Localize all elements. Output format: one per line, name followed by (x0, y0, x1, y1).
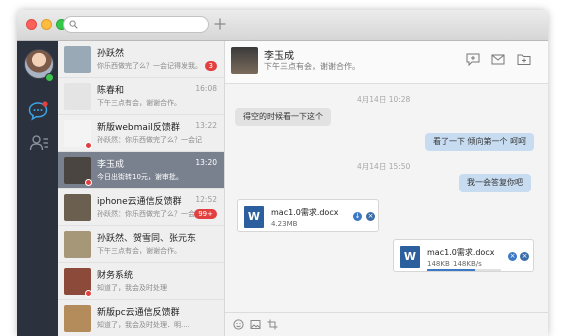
avatar (64, 194, 91, 221)
conversation-item[interactable]: 陈春和 下午三点有会，谢谢合作。 16:08 (58, 78, 224, 115)
file-name: mac1.0需求.docx (271, 208, 339, 217)
unread-dot (85, 290, 92, 297)
conversation-item[interactable]: 财务系统 知道了，我会及时处理 (58, 263, 224, 300)
conversation-preview: 孙跃然：你乐西做完了么？一会记 (97, 136, 202, 144)
conversation-name: 李玉成 (97, 160, 125, 170)
incoming-message[interactable]: 得空的时候看一下这个 (235, 108, 331, 126)
conversation-time: 12:52 (195, 195, 217, 204)
conversation-list: 孙跃然 你乐西做完了么？一会记得发我。 3 陈春和 下午三点有会，谢谢合作。 1… (58, 41, 225, 336)
outgoing-message[interactable]: 看了一下 倾向第一个 呵呵 (425, 133, 535, 151)
emoji-icon[interactable] (233, 319, 244, 330)
upload-progress-fill (427, 269, 476, 271)
conversation-preview: 下午三点有会，谢谢合作。 (97, 247, 181, 255)
conversation-item[interactable]: iphone云通信反馈群 孙跃然：你乐西做完了么？一会 12:52 99+ (58, 189, 224, 226)
nav-sidebar (17, 41, 58, 336)
upload-progress-bar (427, 269, 501, 271)
cancel-icon[interactable]: × (366, 212, 375, 221)
conversation-item[interactable]: 新版pc云通信反馈群 知道了，我会及时处理．明.... (58, 300, 224, 336)
peer-status: 下午三点有会，谢谢合作。 (264, 62, 360, 71)
upload-progress-text: 148KB (427, 260, 450, 268)
new-chat-icon[interactable] (466, 53, 480, 66)
title-bar (17, 10, 548, 41)
timestamp: 4月14日 10:28 (357, 95, 411, 104)
conversation-preview: 今日出街转10元，谢审批。 (97, 173, 183, 181)
add-icon[interactable] (213, 17, 227, 31)
conversation-preview: 知道了，我会及时处理．明.... (97, 321, 190, 329)
file-attachment[interactable]: W mac1.0需求.docx 4.23MB ↓ × (237, 199, 379, 232)
search-input[interactable] (82, 17, 202, 32)
conversation-name: 孙跃然 (97, 49, 125, 59)
conversation-name: 新版webmail反馈群 (97, 123, 180, 133)
avatar (64, 231, 91, 258)
app-window: 孙跃然 你乐西做完了么？一会记得发我。 3 陈春和 下午三点有会，谢谢合作。 1… (17, 10, 548, 336)
conversation-time: 16:08 (195, 84, 217, 93)
image-icon[interactable] (250, 319, 261, 330)
download-icon[interactable]: ↓ (353, 212, 362, 221)
conversation-preview: 下午三点有会，谢谢合作。 (97, 99, 181, 107)
conversation-time: 13:20 (195, 158, 217, 167)
avatar (64, 305, 91, 332)
word-file-icon: W (244, 206, 264, 228)
conversation-name: 陈春和 (97, 86, 125, 96)
mail-icon[interactable] (491, 53, 505, 66)
conversation-name: 新版pc云通信反馈群 (97, 308, 180, 318)
conversation-time: 13:22 (195, 121, 217, 130)
upload-speed-text: 148KB/s (453, 260, 482, 268)
word-file-icon: W (400, 246, 420, 268)
online-status-dot (45, 73, 54, 82)
peer-avatar[interactable] (231, 47, 258, 74)
peer-name: 李玉成 (264, 51, 294, 62)
conversation-preview: 你乐西做完了么？一会记得发我。 (97, 62, 202, 70)
conversation-item[interactable]: 新版webmail反馈群 孙跃然：你乐西做完了么？一会记 13:22 (58, 115, 224, 152)
avatar (64, 46, 91, 73)
conversation-item[interactable]: 孙跃然、贺雪同、张元东 下午三点有会，谢谢合作。 (58, 226, 224, 263)
pause-icon[interactable]: × (508, 252, 517, 261)
screenshot-icon[interactable] (267, 319, 278, 330)
contacts-icon[interactable] (29, 133, 49, 153)
search-box[interactable] (63, 16, 209, 33)
avatar (64, 83, 91, 110)
chat-icon[interactable] (28, 101, 48, 121)
timestamp: 4月14日 15:50 (357, 162, 411, 171)
conversation-name: 孙跃然、贺雪同、张元东 (97, 234, 197, 244)
unread-badge: 99+ (194, 209, 217, 219)
unread-dot (85, 142, 92, 149)
window-close-button[interactable] (26, 19, 37, 30)
chat-pane: 李玉成 下午三点有会，谢谢合作。 4月14日 10:28 得空的时候看一下这个 … (225, 41, 548, 336)
file-name: mac1.0需求.docx (427, 248, 495, 257)
outgoing-message[interactable]: 我一会答复你吧 (459, 174, 531, 192)
cancel-icon[interactable]: × (520, 252, 529, 261)
window-minimize-button[interactable] (41, 19, 52, 30)
folder-icon[interactable] (517, 53, 531, 66)
search-icon (69, 20, 78, 29)
conversation-item[interactable]: 李玉成 今日出街转10元，谢审批。 13:20 (58, 152, 224, 189)
conversation-preview: 知道了，我会及时处理 (97, 284, 167, 292)
conversation-item[interactable]: 孙跃然 你乐西做完了么？一会记得发我。 3 (58, 41, 224, 78)
unread-badge: 3 (204, 61, 217, 71)
chat-header: 李玉成 下午三点有会，谢谢合作。 (225, 41, 548, 84)
unread-dot (85, 179, 92, 186)
composer-toolbar (225, 312, 548, 336)
file-size: 4.23MB (271, 220, 298, 228)
conversation-name: iphone云通信反馈群 (97, 197, 182, 207)
file-upload[interactable]: W mac1.0需求.docx 148KB 148KB/s × × (393, 239, 534, 272)
conversation-name: 财务系统 (97, 271, 134, 281)
